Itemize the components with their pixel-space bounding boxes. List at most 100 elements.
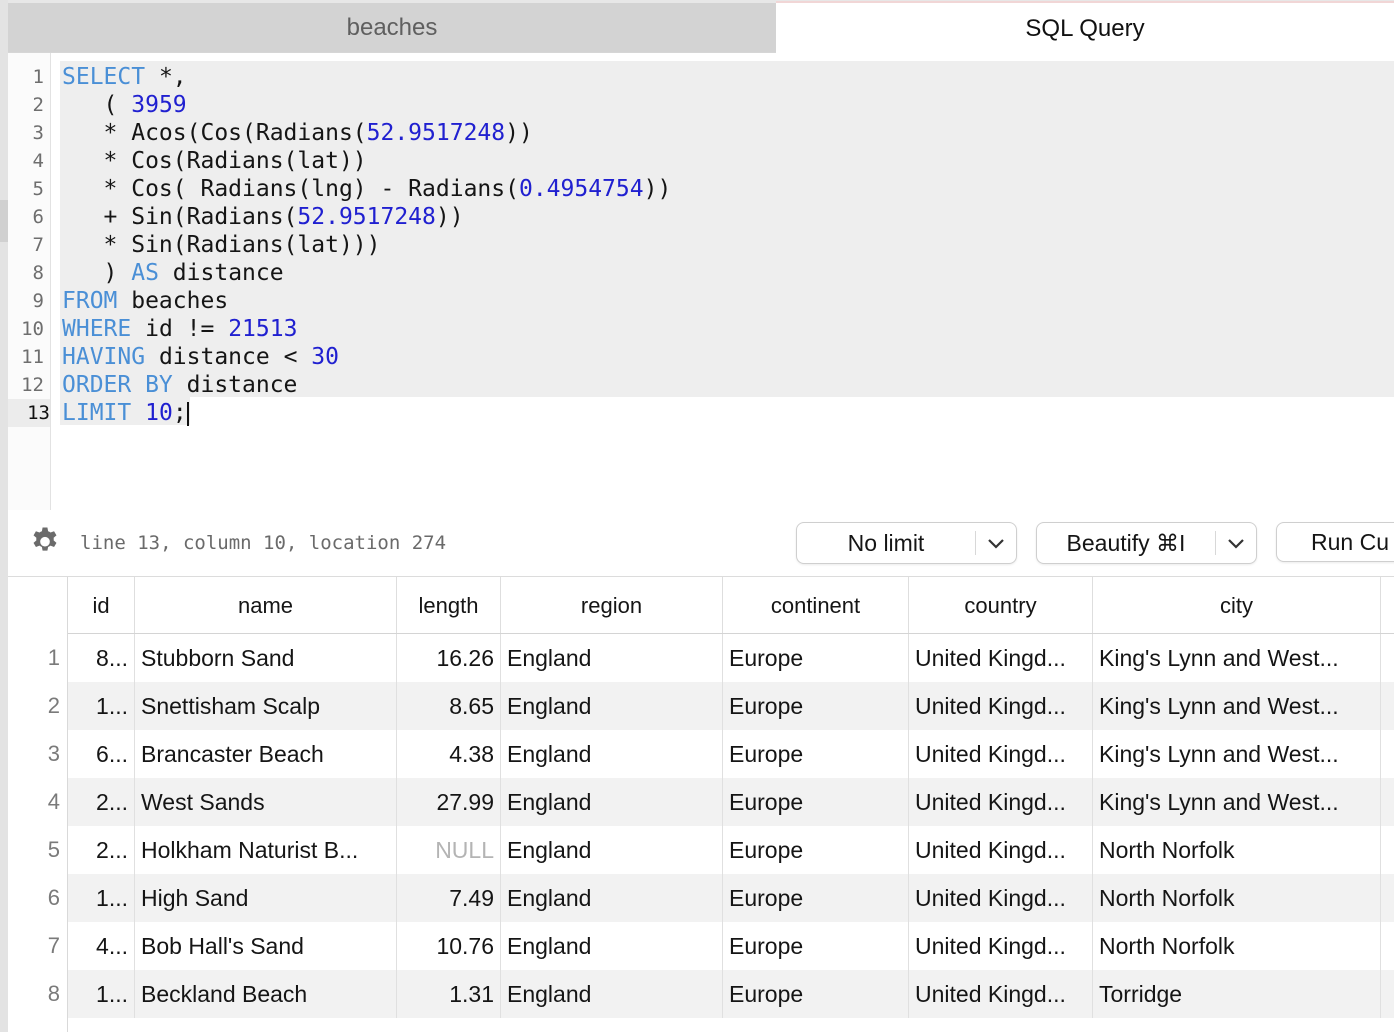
column-header-region[interactable]: region — [501, 577, 723, 633]
cell-country[interactable]: United Kingd... — [909, 922, 1093, 970]
cell-continent[interactable]: Europe — [723, 778, 909, 826]
cell-region[interactable]: England — [501, 970, 723, 1018]
table-row[interactable]: 2... West Sands 27.99 England Europe United K… — [68, 778, 1394, 826]
cell-region[interactable]: England — [501, 874, 723, 922]
cell-id[interactable]: 1... — [68, 874, 135, 922]
window-edge — [0, 0, 8, 1032]
cell-length[interactable]: 8.65 — [397, 682, 501, 730]
gear-icon[interactable] — [28, 524, 62, 558]
cell-name[interactable]: Snettisham Scalp — [135, 682, 397, 730]
cell-length[interactable]: 27.99 — [397, 778, 501, 826]
column-header-length[interactable]: length — [397, 577, 501, 633]
cell-region[interactable]: England — [501, 730, 723, 778]
chevron-down-icon[interactable] — [1216, 537, 1256, 549]
code-line: LIMIT 10; — [62, 399, 189, 427]
cell-country[interactable]: United Kingd... — [909, 730, 1093, 778]
column-header-id[interactable]: id — [68, 577, 135, 633]
sql-text: distance < — [145, 344, 312, 370]
cell-id[interactable]: 1... — [68, 970, 135, 1018]
cell-id[interactable]: 4... — [68, 922, 135, 970]
beautify-button[interactable]: Beautify ⌘I — [1036, 522, 1257, 564]
column-header-country[interactable]: country — [909, 577, 1093, 633]
run-current-button[interactable]: Run Cu — [1276, 522, 1394, 562]
cell-continent[interactable]: Europe — [723, 970, 909, 1018]
cell-continent[interactable]: Europe — [723, 826, 909, 874]
cell-region[interactable]: England — [501, 634, 723, 682]
row-number: 6 — [47, 885, 60, 910]
code-line: * Acos(Cos(Radians(52.9517248)) — [62, 119, 533, 147]
cell-continent[interactable]: Europe — [723, 634, 909, 682]
cell-length[interactable]: 10.76 — [397, 922, 501, 970]
cell-name[interactable]: High Sand — [135, 874, 397, 922]
cell-length[interactable]: 1.31 — [397, 970, 501, 1018]
cell-country[interactable]: United Kingd... — [909, 970, 1093, 1018]
column-header-name[interactable]: name — [135, 577, 397, 633]
cell-region[interactable]: England — [501, 922, 723, 970]
table-row[interactable]: 1... Beckland Beach 1.31 England Europe Unite… — [68, 970, 1394, 1018]
sql-editor[interactable]: 1 2 3 4 5 6 7 8 9 10 11 12 13 SELECT *, ( 3959 * Aco… — [8, 53, 1394, 510]
cell-country[interactable]: United Kingd... — [909, 682, 1093, 730]
cell-city[interactable]: King's Lynn and West... — [1093, 682, 1381, 730]
cell-length[interactable]: NULL — [397, 826, 501, 874]
line-number: 1 — [32, 66, 44, 88]
cell-country[interactable]: United Kingd... — [909, 874, 1093, 922]
code-line: * Cos( Radians(lng) - Radians(0.4954754)… — [62, 175, 672, 203]
cell-name[interactable]: Stubborn Sand — [135, 634, 397, 682]
cell-city[interactable]: King's Lynn and West... — [1093, 634, 1381, 682]
cell-city[interactable]: King's Lynn and West... — [1093, 778, 1381, 826]
cell-length[interactable]: 16.26 — [397, 634, 501, 682]
cell-name[interactable]: Bob Hall's Sand — [135, 922, 397, 970]
code-line: ORDER BY distance — [62, 371, 297, 399]
editor-status-bar: line 13, column 10, location 274 No limi… — [8, 510, 1394, 577]
text-cursor — [186, 401, 189, 426]
cell-name[interactable]: Brancaster Beach — [135, 730, 397, 778]
tab-beaches[interactable]: beaches — [8, 3, 776, 52]
cell-id[interactable]: 6... — [68, 730, 135, 778]
cell-country[interactable]: United Kingd... — [909, 826, 1093, 874]
cell-city[interactable]: King's Lynn and West... — [1093, 730, 1381, 778]
line-number: 3 — [32, 122, 44, 144]
cell-continent[interactable]: Europe — [723, 682, 909, 730]
cell-name[interactable]: Holkham Naturist B... — [135, 826, 397, 874]
cell-id[interactable]: 8... — [68, 634, 135, 682]
cell-region[interactable]: England — [501, 682, 723, 730]
cell-length[interactable]: 7.49 — [397, 874, 501, 922]
row-limit-label: No limit — [847, 529, 925, 556]
line-number: 5 — [32, 178, 44, 200]
cell-city[interactable]: North Norfolk — [1093, 922, 1381, 970]
cell-country[interactable]: United Kingd... — [909, 778, 1093, 826]
table-row[interactable]: 8... Stubborn Sand 16.26 England Europe Unite… — [68, 634, 1394, 682]
table-row[interactable]: 1... Snettisham Scalp 8.65 England Europe Uni… — [68, 682, 1394, 730]
sql-text: )) — [643, 176, 672, 202]
column-header-city[interactable]: city — [1093, 577, 1381, 633]
cell-id[interactable]: 2... — [68, 778, 135, 826]
table-row[interactable]: 4... Bob Hall's Sand 10.76 England Europe Uni… — [68, 922, 1394, 970]
cell-city[interactable]: Torridge — [1093, 970, 1381, 1018]
cell-continent[interactable]: Europe — [723, 922, 909, 970]
code-line: FROM beaches — [62, 287, 228, 315]
tab-sql-query[interactable]: SQL Query — [776, 1, 1394, 54]
cell-name[interactable]: West Sands — [135, 778, 397, 826]
cell-length[interactable]: 4.38 — [397, 730, 501, 778]
cell-id[interactable]: 2... — [68, 826, 135, 874]
cell-region[interactable]: England — [501, 826, 723, 874]
cell-city[interactable]: North Norfolk — [1093, 826, 1381, 874]
cell-name[interactable]: Beckland Beach — [135, 970, 397, 1018]
cell-continent[interactable]: Europe — [723, 874, 909, 922]
table-row[interactable]: 2... Holkham Naturist B... NULL England Euro… — [68, 826, 1394, 874]
column-header-continent[interactable]: continent — [723, 577, 909, 633]
cell-id[interactable]: 1... — [68, 682, 135, 730]
results-grid[interactable]: id name length region continent country city 1… — [8, 577, 1394, 1032]
cell-continent[interactable]: Europe — [723, 730, 909, 778]
chevron-down-icon[interactable] — [976, 537, 1016, 549]
sql-keyword: WHERE — [62, 316, 132, 342]
table-row[interactable]: 1... High Sand 7.49 England Europe United Kin… — [68, 874, 1394, 922]
row-limit-dropdown[interactable]: No limit — [796, 522, 1017, 564]
cell-country[interactable]: United Kingd... — [909, 634, 1093, 682]
code-line: WHERE id != 21513 — [62, 315, 297, 343]
cell-region[interactable]: England — [501, 778, 723, 826]
table-row[interactable]: 6... Brancaster Beach 4.38 England Europe Uni… — [68, 730, 1394, 778]
cell-city[interactable]: North Norfolk — [1093, 874, 1381, 922]
row-number: 5 — [47, 837, 60, 862]
